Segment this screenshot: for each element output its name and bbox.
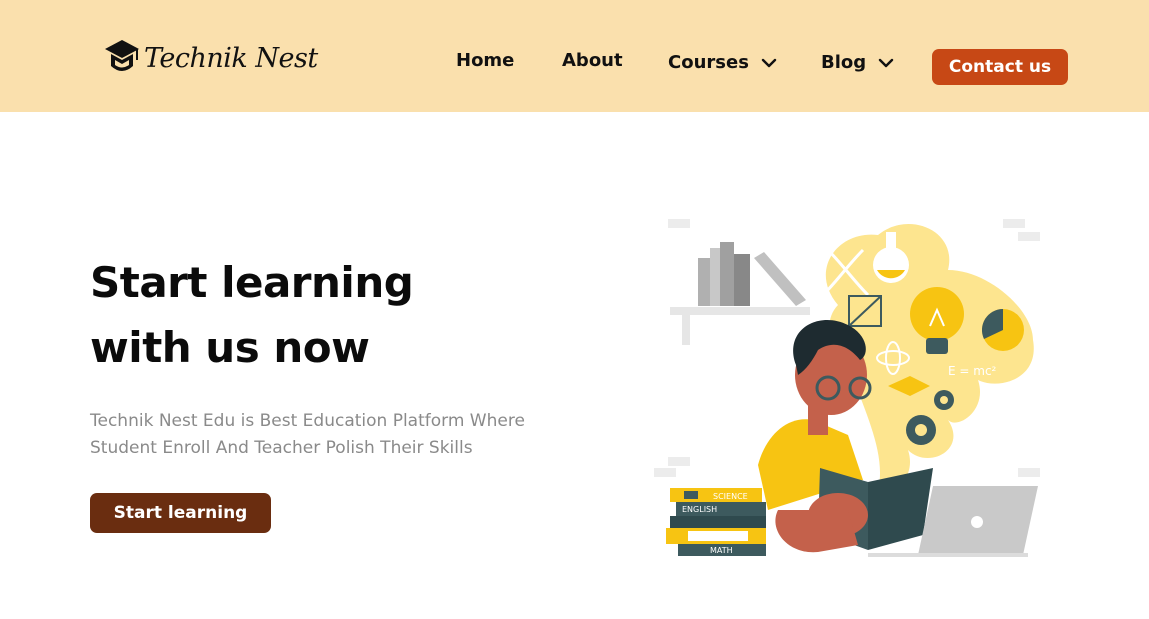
nav-home[interactable]: Home: [456, 50, 514, 71]
hero-description-line1: Technik Nest Edu is Best Education Platf…: [90, 411, 525, 431]
book-science-label: SCIENCE: [713, 492, 748, 501]
nav-blog[interactable]: Blog: [821, 52, 894, 73]
start-learning-button[interactable]: Start learning: [90, 493, 271, 533]
brand-name: Technik Nest: [144, 42, 318, 74]
nav-home-label: Home: [456, 50, 515, 71]
hero-description-line2: Student Enroll And Teacher Polish Their …: [90, 438, 473, 458]
contact-us-button[interactable]: Contact us: [932, 49, 1068, 85]
hero-title-line2: with us now: [90, 323, 370, 372]
chevron-down-icon[interactable]: [761, 58, 777, 68]
hero-title-line1: Start learning: [90, 258, 414, 307]
chevron-down-icon[interactable]: [878, 58, 894, 68]
nav-courses-label: Courses: [668, 52, 749, 73]
student-reading-illustration: E = mc² SCIENCE ENGLISH MATH: [654, 219, 1040, 557]
nav-about-label: About: [562, 50, 623, 71]
nav-about[interactable]: About: [562, 50, 623, 71]
site-header: Technik Nest Home About Courses Blog Con…: [0, 0, 1149, 112]
nav-courses[interactable]: Courses: [668, 52, 777, 73]
book-math-label: MATH: [710, 546, 733, 555]
book-english-label: ENGLISH: [682, 505, 717, 514]
formula-text: E = mc²: [948, 364, 997, 378]
nav-blog-label: Blog: [821, 52, 867, 73]
logo[interactable]: Technik Nest: [104, 38, 318, 78]
hero-description: Technik Nest Edu is Best Education Platf…: [90, 408, 560, 462]
hero-title: Start learning with us now: [90, 250, 414, 380]
graduation-cap-icon: [105, 40, 139, 71]
